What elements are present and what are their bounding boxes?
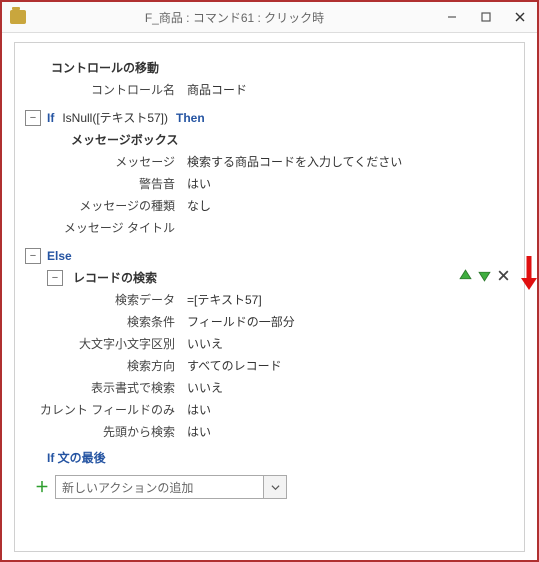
keyword-if: If xyxy=(47,107,54,129)
property-label: メッセージ タイトル xyxy=(25,217,187,239)
property-label: 検索条件 xyxy=(25,311,187,333)
property-label: メッセージの種類 xyxy=(25,195,187,217)
property-value[interactable]: 検索する商品コードを入力してください xyxy=(187,151,514,173)
property-value[interactable]: =[テキスト57] xyxy=(187,289,514,311)
collapse-toggle-icon[interactable]: − xyxy=(25,248,41,264)
property-value[interactable]: フィールドの一部分 xyxy=(187,311,514,333)
property-label: メッセージ xyxy=(25,151,187,173)
move-up-icon[interactable] xyxy=(459,267,472,289)
property-label: 検索方向 xyxy=(25,355,187,377)
property-value[interactable]: 商品コード xyxy=(187,79,514,101)
move-down-icon[interactable] xyxy=(478,267,491,289)
property-row: 検索データ =[テキスト57] xyxy=(25,289,514,311)
row-action-icons xyxy=(459,267,510,289)
property-row: カレント フィールドのみ はい xyxy=(25,399,514,421)
app-icon xyxy=(10,10,26,24)
property-row: 表示書式で検索 いいえ xyxy=(25,377,514,399)
keyword-then: Then xyxy=(176,107,205,129)
window-title: F_商品 : コマンド61 : クリック時 xyxy=(34,9,435,26)
app-window: F_商品 : コマンド61 : クリック時 コントロールの移動 コントロール名 … xyxy=(0,0,539,562)
property-label: 表示書式で検索 xyxy=(25,377,187,399)
property-label: コントロール名 xyxy=(25,79,187,101)
add-action-combo[interactable]: 新しいアクションの追加 xyxy=(55,475,287,499)
maximize-button[interactable] xyxy=(469,3,503,31)
property-row: 先頭から検索 はい xyxy=(25,421,514,443)
property-value[interactable]: すべてのレコード xyxy=(187,355,514,377)
chevron-down-icon[interactable] xyxy=(263,476,286,498)
add-action-placeholder: 新しいアクションの追加 xyxy=(56,479,263,496)
property-label: 先頭から検索 xyxy=(25,421,187,443)
property-value[interactable]: はい xyxy=(187,173,514,195)
macro-editor-panel: コントロールの移動 コントロール名 商品コード − If IsNull([テキス… xyxy=(14,42,525,552)
property-label: カレント フィールドのみ xyxy=(25,399,187,421)
property-value[interactable]: いいえ xyxy=(187,377,514,399)
add-icon[interactable]: ＋ xyxy=(35,477,49,497)
property-value[interactable]: はい xyxy=(187,421,514,443)
property-row: 大文字小文字区別 いいえ xyxy=(25,333,514,355)
property-label: 大文字小文字区別 xyxy=(25,333,187,355)
property-label: 検索データ xyxy=(25,289,187,311)
keyword-endif: If 文の最後 xyxy=(47,447,106,469)
action-title: コントロールの移動 xyxy=(51,57,159,79)
keyword-else: Else xyxy=(47,245,72,267)
property-row: メッセージ タイトル xyxy=(25,217,514,239)
property-row: メッセージの種類 なし xyxy=(25,195,514,217)
annotation-arrow-icon xyxy=(517,254,539,295)
action-title: メッセージボックス xyxy=(71,129,178,151)
collapse-toggle-icon[interactable]: − xyxy=(25,110,41,126)
endif-line[interactable]: If 文の最後 xyxy=(25,447,514,469)
collapse-toggle-icon[interactable]: − xyxy=(47,270,63,286)
if-condition: IsNull([テキスト57]) xyxy=(62,107,168,129)
add-action-row: ＋ 新しいアクションの追加 xyxy=(35,475,514,499)
delete-icon[interactable] xyxy=(497,267,510,289)
action-header-selected[interactable]: − レコードの検索 xyxy=(25,267,514,289)
property-row: 検索条件 フィールドの一部分 xyxy=(25,311,514,333)
property-row: 警告音 はい xyxy=(25,173,514,195)
title-bar: F_商品 : コマンド61 : クリック時 xyxy=(2,2,537,33)
action-header[interactable]: コントロールの移動 xyxy=(25,57,514,79)
property-row: コントロール名 商品コード xyxy=(25,79,514,101)
else-line[interactable]: − Else xyxy=(25,245,514,267)
property-value[interactable]: なし xyxy=(187,195,514,217)
close-button[interactable] xyxy=(503,3,537,31)
action-title: レコードの検索 xyxy=(73,267,157,289)
property-row: 検索方向 すべてのレコード xyxy=(25,355,514,377)
minimize-button[interactable] xyxy=(435,3,469,31)
window-controls xyxy=(435,3,537,31)
property-value[interactable]: いいえ xyxy=(187,333,514,355)
property-label: 警告音 xyxy=(25,173,187,195)
action-header[interactable]: メッセージボックス xyxy=(25,129,514,151)
property-value[interactable]: はい xyxy=(187,399,514,421)
if-line[interactable]: − If IsNull([テキスト57]) Then xyxy=(25,107,514,129)
property-row: メッセージ 検索する商品コードを入力してください xyxy=(25,151,514,173)
